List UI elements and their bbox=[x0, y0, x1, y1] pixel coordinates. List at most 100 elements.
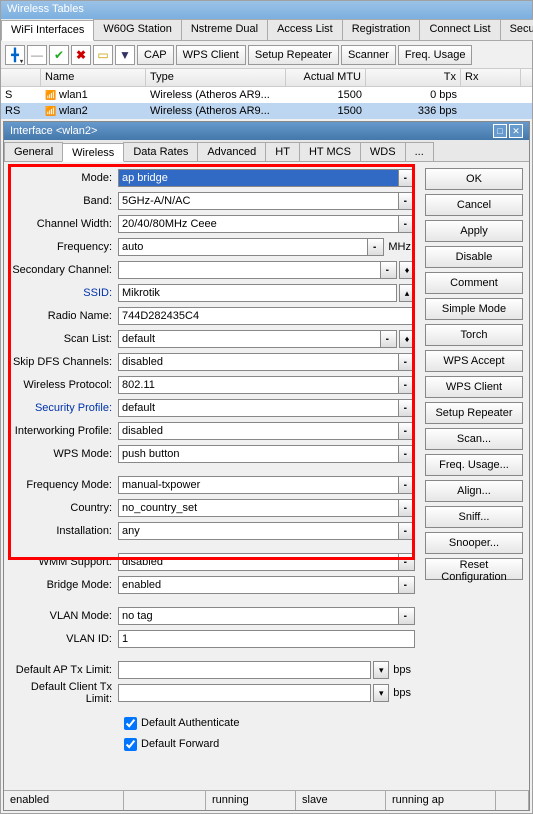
table-row[interactable]: S wlan1 Wireless (Atheros AR9... 1500 0 … bbox=[1, 87, 532, 103]
tab-data-rates[interactable]: Data Rates bbox=[123, 142, 198, 161]
main-tabs: WiFi Interfaces W60G Station Nstreme Dua… bbox=[1, 19, 532, 41]
tab-more[interactable]: ... bbox=[405, 142, 434, 161]
band-field[interactable]: 5GHz-A/N/AC bbox=[118, 192, 399, 210]
freq-usage-button[interactable]: Freq. Usage bbox=[398, 45, 473, 65]
scanner-button[interactable]: Scanner bbox=[341, 45, 396, 65]
wmm-field[interactable]: disabled bbox=[118, 553, 399, 571]
vlan-mode-field[interactable]: no tag bbox=[118, 607, 399, 625]
tab-connect-list[interactable]: Connect List bbox=[419, 19, 500, 40]
simple-mode-button[interactable]: Simple Mode bbox=[425, 298, 523, 320]
side-disable-button[interactable]: Disable bbox=[425, 246, 523, 268]
chevron-down-icon[interactable]: ╸ bbox=[399, 422, 415, 440]
ok-button[interactable]: OK bbox=[425, 168, 523, 190]
channel-width-field[interactable]: 20/40/80MHz Ceee bbox=[118, 215, 399, 233]
wireless-protocol-field[interactable]: 802.11 bbox=[118, 376, 399, 394]
side-wps-client-button[interactable]: WPS Client bbox=[425, 376, 523, 398]
comment-button[interactable]: ▭ bbox=[93, 45, 113, 65]
align-button[interactable]: Align... bbox=[425, 480, 523, 502]
chevron-down-icon[interactable]: ╸ bbox=[368, 238, 384, 256]
tab-wifi-interfaces[interactable]: WiFi Interfaces bbox=[1, 20, 94, 41]
chevron-down-icon[interactable]: ╸ bbox=[399, 576, 415, 594]
col-tx[interactable]: Tx bbox=[366, 69, 461, 86]
interface-dialog: Interface <wlan2> □ ✕ General Wireless D… bbox=[3, 121, 530, 811]
disable-button[interactable]: ✖ bbox=[71, 45, 91, 65]
vlan-id-field[interactable]: 1 bbox=[118, 630, 415, 648]
cancel-button[interactable]: Cancel bbox=[425, 194, 523, 216]
chevron-down-icon[interactable]: ╸ bbox=[381, 330, 397, 348]
enable-button[interactable]: ✔ bbox=[49, 45, 69, 65]
filter-button[interactable]: ▼ bbox=[115, 45, 135, 65]
reset-config-button[interactable]: Reset Configuration bbox=[425, 558, 523, 580]
side-setup-repeater-button[interactable]: Setup Repeater bbox=[425, 402, 523, 424]
up-down-icon[interactable]: ♦ bbox=[399, 261, 415, 279]
tab-wireless[interactable]: Wireless bbox=[62, 143, 124, 162]
tab-registration[interactable]: Registration bbox=[342, 19, 421, 40]
wps-accept-button[interactable]: WPS Accept bbox=[425, 350, 523, 372]
apply-button[interactable]: Apply bbox=[425, 220, 523, 242]
down-icon[interactable]: ▾ bbox=[373, 661, 389, 679]
tab-wds[interactable]: WDS bbox=[360, 142, 406, 161]
frequency-mode-field[interactable]: manual-txpower bbox=[118, 476, 399, 494]
col-type[interactable]: Type bbox=[146, 69, 286, 86]
tab-htmcs[interactable]: HT MCS bbox=[299, 142, 361, 161]
wps-mode-field[interactable]: push button bbox=[118, 445, 399, 463]
chevron-down-icon[interactable]: ╸ bbox=[399, 522, 415, 540]
secondary-channel-field[interactable] bbox=[118, 261, 381, 279]
window-box-icon[interactable]: □ bbox=[493, 124, 507, 138]
tab-access-list[interactable]: Access List bbox=[267, 19, 343, 40]
tab-general[interactable]: General bbox=[4, 142, 63, 161]
tab-nstreme[interactable]: Nstreme Dual bbox=[181, 19, 268, 40]
chevron-down-icon[interactable]: ╸ bbox=[399, 376, 415, 394]
chevron-down-icon[interactable]: ╸ bbox=[399, 169, 415, 187]
torch-button[interactable]: Torch bbox=[425, 324, 523, 346]
sniff-button[interactable]: Sniff... bbox=[425, 506, 523, 528]
wps-client-button[interactable]: WPS Client bbox=[176, 45, 246, 65]
chevron-down-icon[interactable]: ╸ bbox=[399, 353, 415, 371]
chevron-down-icon[interactable]: ╸ bbox=[399, 399, 415, 417]
installation-field[interactable]: any bbox=[118, 522, 399, 540]
cap-button[interactable]: CAP bbox=[137, 45, 174, 65]
down-icon[interactable]: ▾ bbox=[373, 684, 389, 702]
default-ap-tx-field[interactable] bbox=[118, 661, 371, 679]
security-profile-field[interactable]: default bbox=[118, 399, 399, 417]
mode-field[interactable]: ap bridge bbox=[118, 169, 399, 187]
bridge-mode-field[interactable]: enabled bbox=[118, 576, 399, 594]
country-field[interactable]: no_country_set bbox=[118, 499, 399, 517]
default-client-tx-field[interactable] bbox=[118, 684, 371, 702]
chevron-down-icon[interactable]: ╸ bbox=[399, 607, 415, 625]
up-icon[interactable]: ▴ bbox=[399, 284, 415, 302]
col-rx[interactable]: Rx bbox=[461, 69, 521, 86]
chevron-down-icon[interactable]: ╸ bbox=[399, 215, 415, 233]
radio-name-field[interactable]: 744D282435C4 bbox=[118, 307, 415, 325]
up-down-icon[interactable]: ♦ bbox=[399, 330, 415, 348]
ssid-field[interactable]: Mikrotik bbox=[118, 284, 397, 302]
side-freq-usage-button[interactable]: Freq. Usage... bbox=[425, 454, 523, 476]
frequency-field[interactable]: auto bbox=[118, 238, 368, 256]
scan-button[interactable]: Scan... bbox=[425, 428, 523, 450]
tab-security-profile[interactable]: Security Profile bbox=[500, 19, 533, 40]
close-icon[interactable]: ✕ bbox=[509, 124, 523, 138]
default-forward-checkbox[interactable] bbox=[124, 738, 137, 751]
col-mtu[interactable]: Actual MTU bbox=[286, 69, 366, 86]
chevron-down-icon[interactable]: ╸ bbox=[399, 499, 415, 517]
table-row[interactable]: RS wlan2 Wireless (Atheros AR9... 1500 3… bbox=[1, 103, 532, 119]
scan-list-field[interactable]: default bbox=[118, 330, 381, 348]
chevron-down-icon[interactable]: ╸ bbox=[381, 261, 397, 279]
tab-ht[interactable]: HT bbox=[265, 142, 300, 161]
col-name[interactable]: Name bbox=[41, 69, 146, 86]
tab-w60g[interactable]: W60G Station bbox=[93, 19, 181, 40]
setup-repeater-button[interactable]: Setup Repeater bbox=[248, 45, 339, 65]
chevron-down-icon[interactable]: ╸ bbox=[399, 445, 415, 463]
add-button[interactable]: ╋ bbox=[5, 45, 25, 65]
status-bar: enabled running slave running ap bbox=[4, 790, 529, 810]
snooper-button[interactable]: Snooper... bbox=[425, 532, 523, 554]
tab-advanced[interactable]: Advanced bbox=[197, 142, 266, 161]
remove-button[interactable]: — bbox=[27, 45, 47, 65]
side-comment-button[interactable]: Comment bbox=[425, 272, 523, 294]
skip-dfs-field[interactable]: disabled bbox=[118, 353, 399, 371]
default-auth-checkbox[interactable] bbox=[124, 717, 137, 730]
chevron-down-icon[interactable]: ╸ bbox=[399, 476, 415, 494]
chevron-down-icon[interactable]: ╸ bbox=[399, 192, 415, 210]
interworking-field[interactable]: disabled bbox=[118, 422, 399, 440]
chevron-down-icon[interactable]: ╸ bbox=[399, 553, 415, 571]
